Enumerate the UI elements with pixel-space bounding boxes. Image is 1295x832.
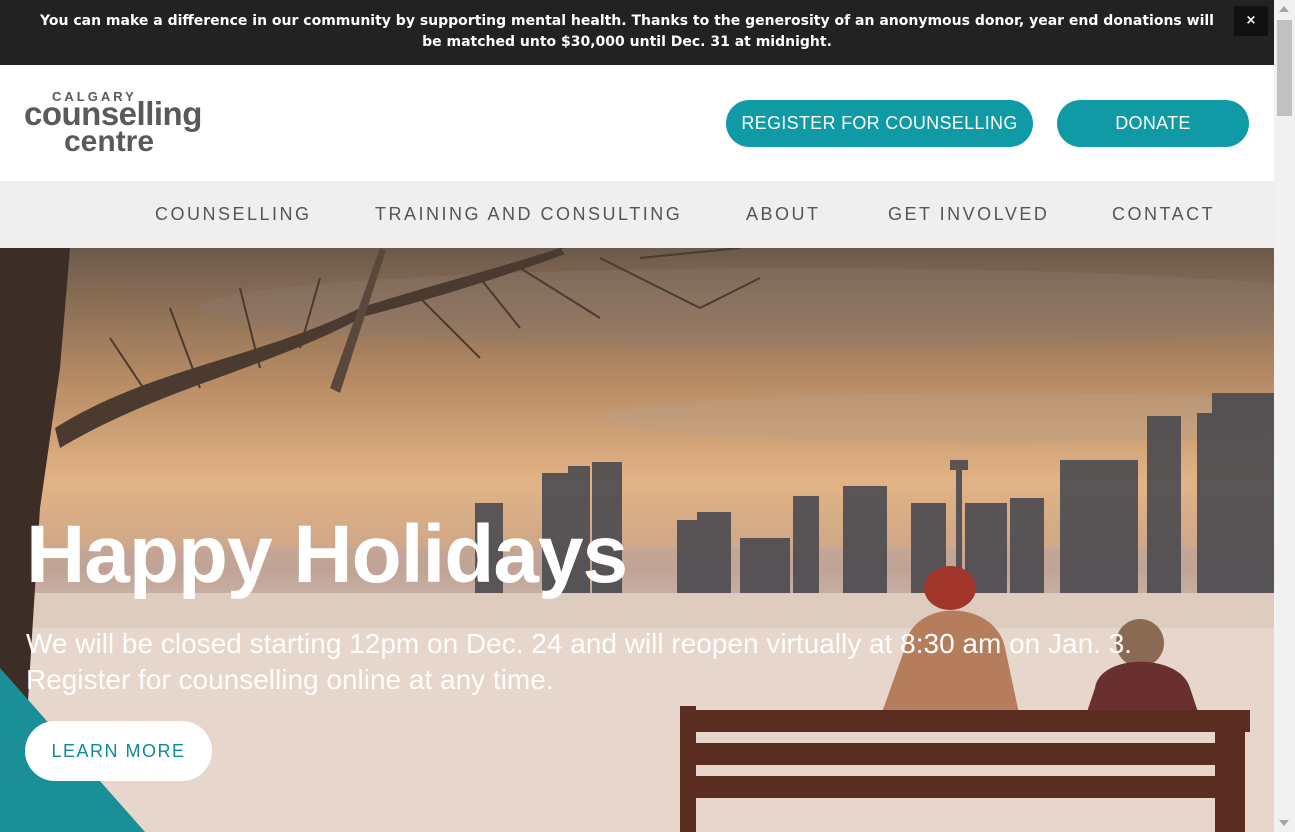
learn-more-button[interactable]: LEARN MORE — [25, 721, 212, 781]
hero-description: We will be closed starting 12pm on Dec. … — [26, 628, 1133, 695]
main-nav: COUNSELLING TRAINING AND CONSULTING ABOU… — [0, 181, 1274, 248]
announcement-bar: You can make a difference in our communi… — [0, 0, 1274, 65]
scroll-down-arrow-icon[interactable] — [1279, 820, 1289, 826]
hero-title: Happy Holidays — [26, 509, 628, 600]
hero-banner: Happy Holidays We will be closed startin… — [0, 248, 1274, 832]
site-header: CALGARY counselling centre REGISTER FOR … — [0, 65, 1274, 181]
page-scrollbar[interactable] — [1274, 0, 1295, 832]
donate-button[interactable]: DONATE — [1057, 100, 1249, 147]
logo-line2: centre — [64, 125, 155, 158]
logo[interactable]: CALGARY counselling centre — [24, 89, 224, 159]
register-for-counselling-button[interactable]: REGISTER FOR COUNSELLING — [726, 100, 1033, 147]
close-icon[interactable]: × — [1234, 6, 1268, 36]
nav-item-training-and-consulting[interactable]: TRAINING AND CONSULTING — [375, 181, 682, 248]
scroll-up-arrow-icon[interactable] — [1279, 6, 1289, 12]
nav-item-get-involved[interactable]: GET INVOLVED — [888, 181, 1049, 248]
announcement-text: You can make a difference in our communi… — [40, 13, 1214, 50]
nav-item-about[interactable]: ABOUT — [746, 181, 821, 248]
nav-item-contact[interactable]: CONTACT — [1112, 181, 1215, 248]
scrollbar-thumb[interactable] — [1277, 20, 1292, 116]
nav-item-counselling[interactable]: COUNSELLING — [155, 181, 312, 248]
